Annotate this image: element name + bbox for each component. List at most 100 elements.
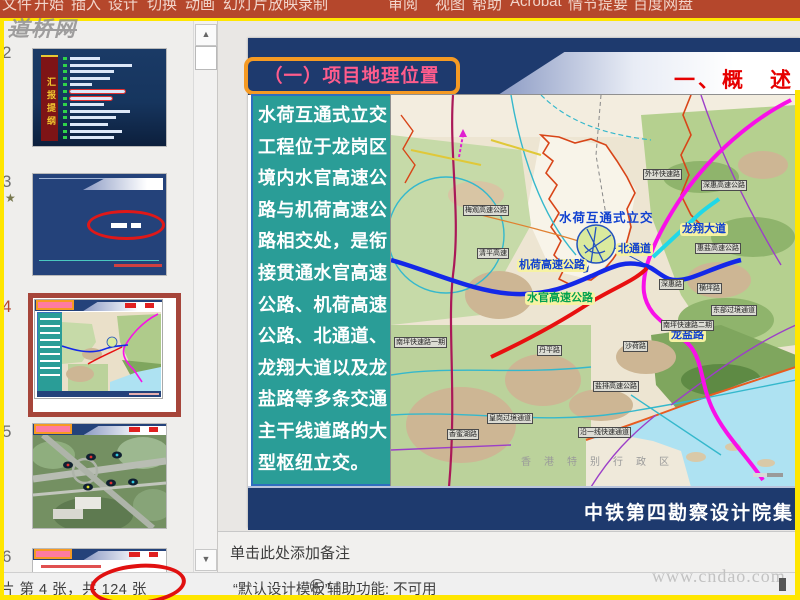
highlight-border-left bbox=[0, 18, 4, 600]
map-label-minor: 南坪快速路二期 bbox=[661, 320, 714, 331]
tab-storyboard[interactable]: 情节提要 bbox=[568, 0, 628, 14]
tab-slideshow[interactable]: 幻灯片放映 bbox=[223, 0, 298, 14]
notes-placeholder: 单击此处添加备注 bbox=[230, 545, 351, 562]
cursor-block bbox=[779, 578, 786, 591]
outline-row bbox=[63, 70, 163, 74]
body-line: 路与机荷高速公 bbox=[258, 199, 388, 220]
body-line: 型枢纽立交。 bbox=[258, 452, 369, 473]
slide-thumbnail-2[interactable]: 汇报提纲 bbox=[32, 48, 167, 147]
mini-text-box bbox=[37, 312, 63, 393]
outline-row bbox=[63, 129, 163, 133]
section-title[interactable]: 一、概 述 bbox=[674, 64, 794, 94]
map-label-minor: 盐排高速公路 bbox=[593, 381, 639, 392]
map-label-jihe-expressway: 机荷高速公路 bbox=[517, 259, 587, 272]
scroll-up-button[interactable]: ▲ bbox=[195, 24, 217, 46]
tab-review[interactable]: 审阅 bbox=[388, 0, 418, 14]
tab-acrobat[interactable]: Acrobat bbox=[510, 0, 562, 10]
outline-row bbox=[63, 88, 163, 94]
map-label-minor: 南坪快速路一期 bbox=[394, 337, 447, 348]
body-line: 路相交处，是衔 bbox=[258, 231, 388, 252]
map-label-minor: 沙荷路 bbox=[623, 341, 648, 352]
slide-thumbnail-4-selected[interactable] bbox=[28, 293, 181, 417]
map-label-longxiang-avenue: 龙翔大道 bbox=[680, 223, 728, 236]
map-label-north-channel: 北通道 bbox=[616, 243, 653, 256]
map-label-minor: 梅观高速公路 bbox=[463, 205, 509, 216]
mini-slide-header bbox=[35, 300, 162, 311]
map-label-minor: 东部过境通道 bbox=[711, 305, 757, 316]
slide-header-band: 一、概 述 （一）项目地理位置 bbox=[244, 38, 800, 95]
slide-number-4: 4 bbox=[4, 297, 12, 316]
outline-row bbox=[63, 109, 163, 113]
tab-file[interactable]: 文件 bbox=[2, 0, 32, 14]
tab-design[interactable]: 设计 bbox=[108, 0, 138, 14]
highlight-border-right bbox=[795, 90, 800, 600]
body-line: 工程位于龙岗区 bbox=[258, 136, 388, 157]
site-url-watermark: www.cndao.com bbox=[652, 566, 786, 586]
mini-map bbox=[62, 312, 161, 391]
body-line: 水荷互通式立交 bbox=[258, 105, 388, 125]
slide-number-6: 6 bbox=[4, 547, 12, 566]
tiny-red-text-bar bbox=[114, 264, 162, 267]
decor-line bbox=[39, 260, 159, 261]
tab-view[interactable]: 视图 bbox=[435, 0, 465, 14]
slide-footer-band: 中铁第四勘察设计院集 bbox=[248, 486, 800, 530]
body-line: 公路、机荷高速 bbox=[258, 294, 388, 315]
tab-insert[interactable]: 插入 bbox=[71, 0, 101, 14]
slide-editing-area: 一、概 述 （一）项目地理位置 水荷互通式立交 工程位于龙岗区 境内水官高速公 … bbox=[218, 21, 800, 530]
body-text-box[interactable]: 水荷互通式立交 工程位于龙岗区 境内水官高速公 路与机荷高速公 路相交处，是衔 … bbox=[251, 94, 395, 486]
body-line: 盐路等多条交通 bbox=[258, 389, 388, 410]
slide-number-5: 5 bbox=[4, 422, 12, 441]
slide-thumbnail-panel: 2 3 ★ 4 5 6 汇报提纲 bbox=[4, 21, 193, 572]
tab-home[interactable]: 开始 bbox=[34, 0, 64, 14]
body-line: 境内水官高速公 bbox=[258, 168, 388, 189]
map-label-hongkong: 香港特别行政区 bbox=[521, 457, 682, 468]
outline-row bbox=[63, 95, 163, 101]
scroll-down-button[interactable]: ▼ bbox=[195, 549, 217, 571]
map-label-minor: 横坪路 bbox=[697, 283, 722, 294]
map-label-minor: 深惠高速公路 bbox=[701, 180, 747, 191]
map-label-minor: 清平高速 bbox=[477, 248, 509, 259]
map-label-minor: 惠盐高速公路 bbox=[695, 243, 741, 254]
tab-help[interactable]: 帮助 bbox=[472, 0, 502, 14]
highlight-border-top bbox=[0, 18, 800, 21]
location-map[interactable]: 水荷互通式立交 机荷高速公路 水官高速公路 北通道 龙翔大道 龙盐路 梅观高速公… bbox=[390, 94, 797, 488]
slide-title-badge[interactable]: （一）项目地理位置 bbox=[244, 57, 460, 95]
mini-slide-header bbox=[33, 424, 166, 435]
slide-thumbnail-5[interactable] bbox=[32, 423, 167, 529]
body-line: 主干线道路的大 bbox=[258, 420, 388, 441]
mini-footer bbox=[37, 391, 161, 397]
slide-canvas[interactable]: 一、概 述 （一）项目地理位置 水荷互通式立交 工程位于龙岗区 境内水官高速公 … bbox=[244, 38, 800, 530]
outline-row bbox=[63, 103, 163, 107]
site-logo-watermark: 道桥网 bbox=[8, 17, 77, 41]
map-label-minor: 丹平路 bbox=[537, 345, 562, 356]
outline-banner: 汇报提纲 bbox=[41, 55, 58, 141]
outline-row bbox=[63, 76, 163, 80]
tab-record[interactable]: 录制 bbox=[298, 0, 328, 14]
scrollbar-thumb[interactable] bbox=[195, 46, 217, 70]
outline-row bbox=[63, 63, 163, 67]
map-label-interchange: 水荷互通式立交 bbox=[559, 211, 654, 225]
map-label-minor: 外环快速路 bbox=[643, 169, 682, 180]
tab-baidu-netdisk[interactable]: 百度网盘 bbox=[633, 0, 693, 14]
tab-transitions[interactable]: 切换 bbox=[147, 0, 177, 14]
outline-rows bbox=[63, 57, 163, 143]
slide-number-3: 3 bbox=[4, 172, 12, 191]
tab-animations[interactable]: 动画 bbox=[185, 0, 215, 14]
tiny-text-bar bbox=[131, 222, 141, 228]
body-line: 公路、北通道、 bbox=[258, 326, 388, 347]
body-line: 接贯通水官高速 bbox=[258, 262, 388, 283]
map-label-minor: 深惠路 bbox=[659, 279, 684, 290]
map-label-minor: 皇岗过境通道 bbox=[487, 413, 533, 424]
outline-row bbox=[63, 122, 163, 126]
red-ellipse-shape bbox=[87, 210, 165, 240]
outline-row bbox=[63, 57, 163, 60]
map-label-shuiguan-expressway: 水官高速公路 bbox=[525, 292, 595, 305]
slide-thumbnail-3[interactable] bbox=[32, 173, 167, 276]
powerpoint-window: 文件 开始 插入 设计 切换 动画 幻灯片放映 录制 审阅 视图 帮助 Acro… bbox=[0, 0, 800, 600]
tiny-red-text-bar bbox=[41, 565, 101, 568]
mini-slide-header bbox=[33, 549, 166, 560]
body-line: 龙翔大道以及龙 bbox=[258, 357, 388, 378]
tiny-text-bar bbox=[111, 222, 127, 228]
thumbnail-scrollbar[interactable]: ▲ ▼ bbox=[193, 21, 217, 572]
outline-row bbox=[63, 136, 163, 140]
